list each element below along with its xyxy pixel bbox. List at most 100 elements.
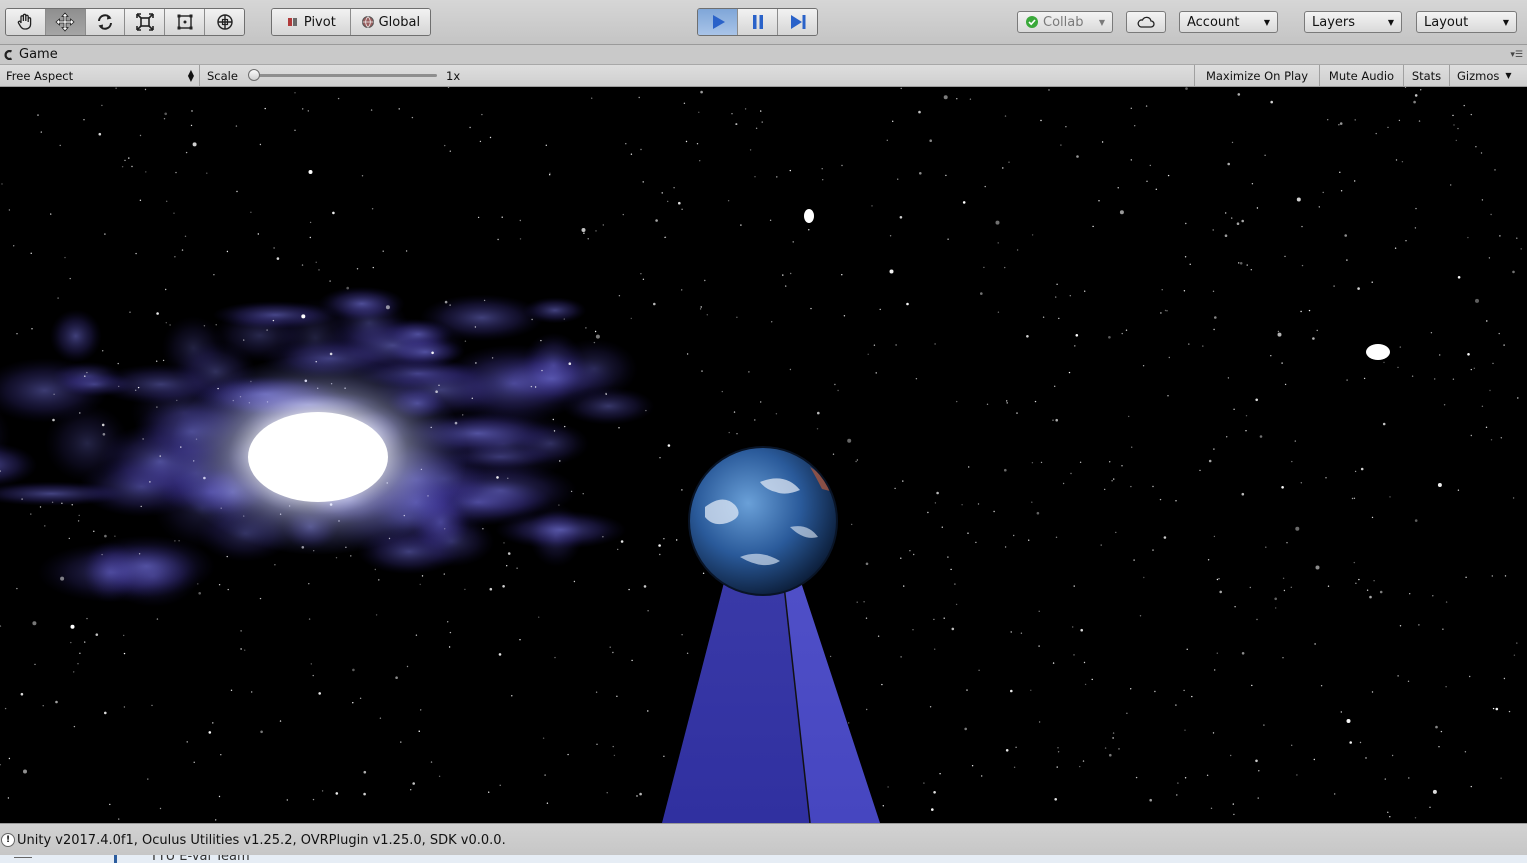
cloud-icon [1137,16,1155,28]
game-viewport[interactable] [0,87,1527,823]
hand-tool-button[interactable] [6,9,46,35]
star [642,181,644,183]
star [329,352,333,356]
play-button[interactable] [698,9,738,35]
star [1006,402,1008,404]
star [501,216,503,218]
star [894,487,896,490]
pivot-button[interactable]: Pivot [272,9,351,35]
star [30,252,32,254]
layers-dropdown[interactable]: Layers ▼ [1304,11,1402,33]
tab-menu-icon[interactable]: ▾☰ [1510,50,1523,60]
star [1492,362,1494,365]
star [1206,774,1209,776]
star [834,383,836,386]
star [538,616,540,618]
star [945,174,947,177]
scale-slider-track[interactable] [253,74,437,77]
star [1191,695,1193,698]
star [1463,104,1465,107]
star [1231,217,1233,219]
layout-dropdown[interactable]: Layout ▼ [1416,11,1517,33]
star [412,782,416,785]
star [1232,803,1235,805]
star [1408,777,1410,779]
star [923,782,925,784]
star [363,770,367,774]
star [1434,378,1436,380]
star [848,722,850,724]
star [1199,469,1201,472]
rotate-tool-button[interactable] [85,9,126,35]
game-view-icon [4,49,13,60]
star [1207,559,1210,561]
star [1167,174,1170,177]
star [609,646,611,648]
rect-tool-button[interactable] [165,9,206,35]
stats-toggle[interactable]: Stats [1403,65,1449,86]
pause-button[interactable] [738,9,778,35]
star [1031,234,1034,236]
star [181,249,184,251]
account-dropdown[interactable]: Account ▼ [1179,11,1278,33]
star [754,176,756,178]
star [553,430,556,432]
scale-slider-thumb[interactable] [248,69,260,81]
star [919,172,922,175]
star [1274,597,1277,601]
star [488,791,490,793]
console-status-bar[interactable]: ! Unity v2017.4.0f1, Oculus Utilities v1… [0,823,1527,856]
global-button[interactable]: Global [350,9,430,35]
collab-dropdown[interactable]: Collab ▼ [1017,11,1113,33]
transform-tool-button[interactable] [205,9,244,35]
star [73,671,75,673]
star [1152,549,1154,551]
star [1488,257,1491,259]
move-tool-button[interactable] [45,9,86,35]
star [1080,628,1083,632]
scale-tool-button[interactable] [125,9,166,35]
star [612,745,614,748]
cloud-button[interactable] [1126,11,1166,33]
star [1134,125,1136,127]
star [1130,107,1133,109]
mute-audio-toggle[interactable]: Mute Audio [1319,65,1403,86]
gizmos-dropdown[interactable]: Gizmos ▼ [1449,65,1527,86]
tab-game[interactable]: Game [0,45,66,64]
star [563,318,565,320]
star [531,318,533,321]
star [947,238,949,240]
star [312,798,315,801]
star [616,695,618,697]
star [1500,777,1502,779]
star [1389,496,1391,498]
star [1092,225,1094,228]
star [1405,240,1407,242]
star [1516,642,1518,644]
star [185,151,188,154]
star [151,704,153,707]
star [667,200,669,203]
star [829,655,832,658]
star [573,580,576,583]
star [810,307,812,310]
star [1183,290,1186,292]
star [1465,576,1467,578]
aspect-dropdown[interactable]: Free Aspect ▲ ▼ [0,65,200,86]
star [1055,418,1058,422]
star [215,819,217,821]
star [1513,654,1516,656]
maximize-on-play-toggle[interactable]: Maximize On Play [1194,65,1319,86]
star [176,399,178,402]
star [1036,511,1040,515]
star [822,179,824,181]
star [875,372,877,374]
star [61,502,63,504]
star [1495,707,1499,711]
star [612,651,614,654]
star [855,460,857,463]
star [1418,624,1420,626]
star [379,717,382,719]
star [1325,477,1327,479]
step-button[interactable] [778,9,817,35]
